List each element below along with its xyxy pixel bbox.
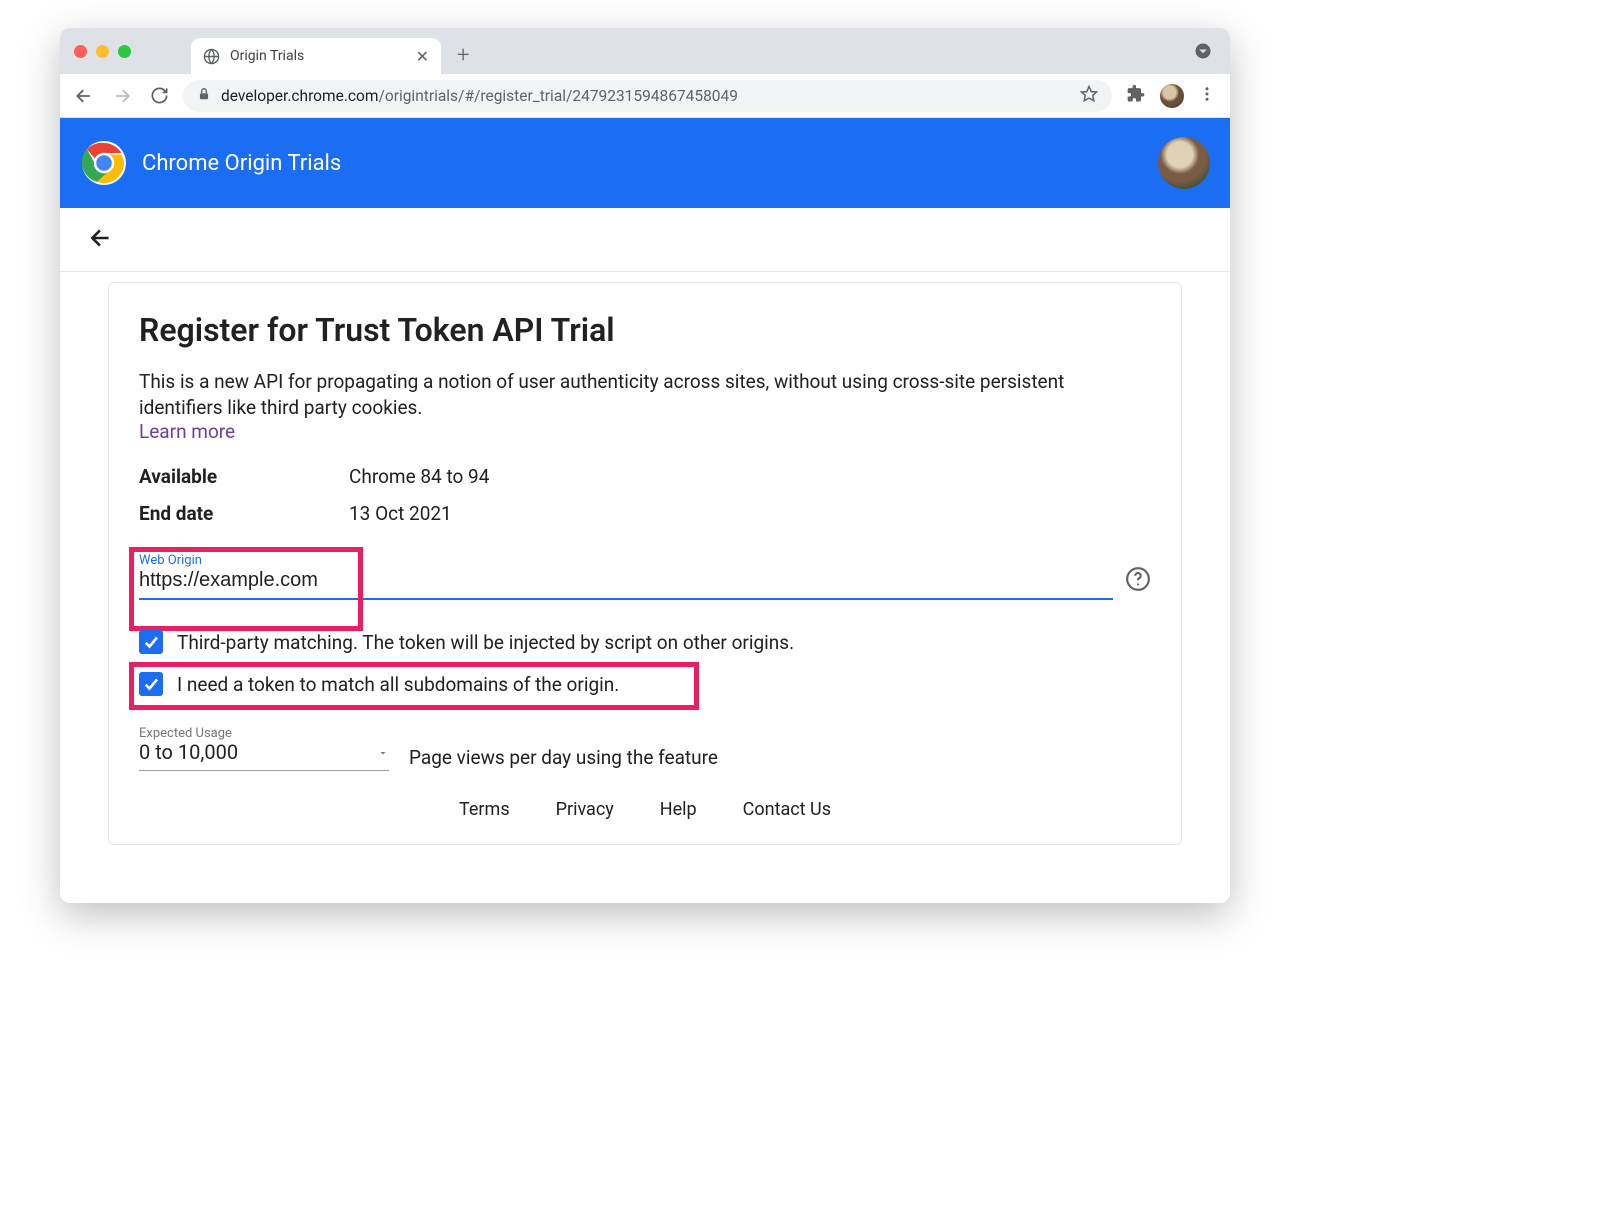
footer-privacy-link[interactable]: Privacy — [556, 799, 614, 820]
expected-usage-select[interactable]: Expected Usage 0 to 10,000 — [139, 726, 389, 771]
lock-icon — [197, 87, 211, 105]
tab-strip: Origin Trials ✕ + — [60, 28, 1230, 74]
browser-window: Origin Trials ✕ + developer.chrome.com/o… — [60, 28, 1230, 903]
app-header: Chrome Origin Trials — [60, 118, 1230, 208]
tab-overflow-icon[interactable] — [1194, 42, 1212, 64]
url-text: developer.chrome.com/origintrials/#/regi… — [221, 87, 1070, 105]
chrome-logo-icon — [80, 139, 128, 187]
expected-usage-description: Page views per day using the feature — [409, 746, 718, 771]
profile-avatar-large[interactable] — [1158, 137, 1210, 189]
registration-card: Register for Trust Token API Trial This … — [108, 282, 1182, 845]
globe-icon — [203, 48, 220, 65]
page-back-button[interactable] — [88, 225, 114, 255]
back-button[interactable] — [70, 82, 98, 110]
third-party-checkbox-row[interactable]: Third-party matching. The token will be … — [139, 630, 1151, 654]
maximize-window-button[interactable] — [118, 45, 131, 58]
expected-usage-value: 0 to 10,000 — [139, 740, 238, 764]
available-value: Chrome 84 to 94 — [349, 465, 489, 488]
chevron-down-icon — [377, 740, 389, 764]
expected-usage-label: Expected Usage — [139, 726, 232, 741]
close-window-button[interactable] — [74, 45, 87, 58]
profile-avatar[interactable] — [1160, 84, 1184, 108]
footer-terms-link[interactable]: Terms — [459, 799, 510, 820]
new-tab-button[interactable]: + — [457, 43, 469, 68]
subdomain-checkbox-row[interactable]: I need a token to match all subdomains o… — [139, 672, 1151, 696]
reload-button[interactable] — [146, 82, 173, 109]
subdomain-checkbox[interactable] — [139, 672, 163, 696]
third-party-label: Third-party matching. The token will be … — [177, 631, 794, 654]
help-icon[interactable] — [1125, 566, 1151, 596]
app-title: Chrome Origin Trials — [142, 151, 341, 176]
third-party-checkbox[interactable] — [139, 630, 163, 654]
bookmark-icon[interactable] — [1080, 85, 1098, 107]
window-controls — [74, 45, 131, 58]
footer-contact-link[interactable]: Contact Us — [743, 799, 831, 820]
end-date-value: 13 Oct 2021 — [349, 502, 452, 525]
content-area: Register for Trust Token API Trial This … — [60, 272, 1230, 903]
footer-links: Terms Privacy Help Contact Us — [139, 771, 1151, 824]
subdomain-label: I need a token to match all subdomains o… — [177, 673, 619, 696]
page-toolbar — [60, 208, 1230, 272]
browser-menu-icon[interactable] — [1194, 81, 1220, 111]
minimize-window-button[interactable] — [96, 45, 109, 58]
browser-tab[interactable]: Origin Trials ✕ — [191, 38, 441, 74]
web-origin-field[interactable]: Web Origin — [139, 553, 1113, 600]
web-origin-label: Web Origin — [139, 553, 202, 568]
page-title: Register for Trust Token API Trial — [139, 311, 1151, 349]
extensions-icon[interactable] — [1122, 80, 1150, 112]
available-row: Available Chrome 84 to 94 — [139, 465, 1151, 488]
available-label: Available — [139, 465, 349, 488]
browser-toolbar: developer.chrome.com/origintrials/#/regi… — [60, 74, 1230, 118]
end-date-label: End date — [139, 502, 349, 525]
page-description: This is a new API for propagating a noti… — [139, 369, 1151, 420]
address-bar[interactable]: developer.chrome.com/origintrials/#/regi… — [183, 80, 1112, 112]
footer-help-link[interactable]: Help — [660, 799, 697, 820]
web-origin-input[interactable] — [139, 567, 1113, 598]
close-tab-icon[interactable]: ✕ — [416, 47, 429, 66]
end-date-row: End date 13 Oct 2021 — [139, 502, 1151, 525]
learn-more-link[interactable]: Learn more — [139, 420, 235, 443]
tab-title: Origin Trials — [230, 48, 304, 64]
forward-button[interactable] — [108, 82, 136, 110]
